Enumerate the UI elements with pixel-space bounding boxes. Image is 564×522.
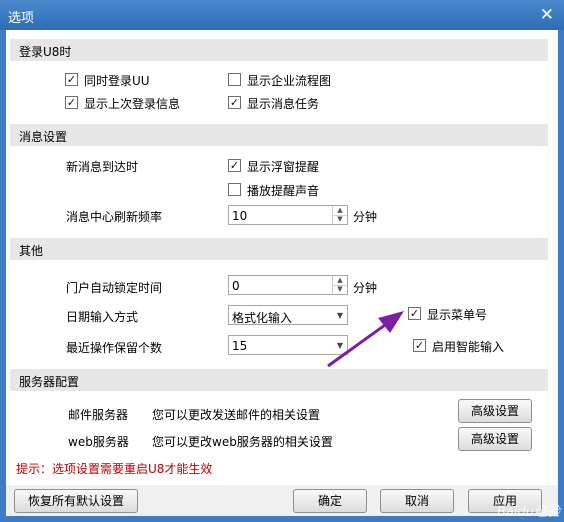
mail-server-description: 您可以更改发送邮件的相关设置: [152, 408, 321, 422]
show-menu-number-label: 显示菜单号: [427, 308, 488, 322]
spin-down-icon[interactable]: ▼: [333, 215, 347, 224]
refresh-frequency-spinner[interactable]: 10 ▲ ▼: [228, 205, 348, 225]
section-messages-header: 消息设置: [10, 124, 548, 146]
show-flowchart-label: 显示企业流程图: [247, 74, 332, 88]
spinner-buttons[interactable]: ▲ ▼: [332, 276, 347, 294]
restore-defaults-button[interactable]: 恢复所有默认设置: [14, 489, 138, 513]
dialog-body: 登录U8时 ✓ 同时登录UU 显示企业流程图 ✓ 显示上次登录信息 ✓ 显示消息…: [6, 30, 558, 516]
web-server-description: 您可以更改web服务器的相关设置: [152, 435, 333, 449]
play-sound-checkbox[interactable]: [228, 183, 241, 196]
date-input-value: 格式化输入: [232, 311, 293, 325]
cancel-button[interactable]: 取消: [380, 489, 454, 513]
chevron-down-icon[interactable]: ▼: [337, 311, 343, 320]
date-input-label: 日期输入方式: [66, 310, 139, 324]
section-server-header: 服务器配置: [10, 369, 548, 391]
auto-lock-label: 门户自动锁定时间: [66, 281, 163, 295]
recent-ops-value: 15: [232, 339, 248, 353]
play-sound-label: 播放提醒声音: [247, 184, 320, 198]
show-flowchart-checkbox[interactable]: [228, 73, 241, 86]
auto-lock-spinner[interactable]: 0 ▲ ▼: [228, 275, 348, 295]
date-input-select[interactable]: 格式化输入 ▼: [228, 305, 348, 325]
section-login-header: 登录U8时: [10, 39, 548, 61]
auto-lock-unit-label: 分钟: [353, 281, 378, 295]
refresh-frequency-label: 消息中心刷新频率: [66, 210, 163, 224]
section-other-header: 其他: [10, 238, 548, 260]
chevron-down-icon[interactable]: ▼: [337, 341, 343, 350]
refresh-frequency-value: 10: [232, 209, 248, 223]
recent-ops-label: 最近操作保留个数: [66, 341, 163, 355]
auto-lock-value: 0: [232, 279, 240, 293]
restart-hint: 提示：选项设置需要重启U8才能生效: [16, 462, 213, 476]
new-message-label: 新消息到达时: [66, 160, 139, 174]
show-last-login-label: 显示上次登录信息: [84, 97, 181, 111]
spinner-buttons[interactable]: ▲ ▼: [332, 206, 347, 224]
refresh-unit-label: 分钟: [353, 210, 378, 224]
options-dialog: 选项 ✕ 登录U8时 ✓ 同时登录UU 显示企业流程图 ✓ 显示上次登录信息 ✓…: [0, 0, 564, 522]
mail-server-label: 邮件服务器: [68, 408, 129, 422]
web-advanced-settings-button[interactable]: 高级设置: [458, 427, 532, 451]
section-messages-title: 消息设置: [19, 130, 68, 144]
section-server-title: 服务器配置: [19, 375, 80, 389]
close-icon[interactable]: ✕: [540, 5, 554, 25]
show-popup-label: 显示浮窗提醒: [247, 160, 320, 174]
smart-input-label: 启用智能输入: [432, 340, 505, 354]
section-login-title: 登录U8时: [19, 45, 72, 59]
concurrent-uu-checkbox[interactable]: ✓: [65, 73, 78, 86]
mail-advanced-settings-button[interactable]: 高级设置: [458, 399, 532, 423]
smart-input-checkbox[interactable]: ✓: [413, 339, 426, 352]
recent-ops-select[interactable]: 15 ▼: [228, 335, 348, 355]
show-last-login-checkbox[interactable]: ✓: [65, 96, 78, 109]
section-other-title: 其他: [19, 244, 44, 258]
web-server-label: web服务器: [68, 435, 129, 449]
concurrent-uu-label: 同时登录UU: [84, 74, 150, 88]
dialog-footer: 恢复所有默认设置 确定 取消 应用: [6, 485, 558, 516]
show-popup-checkbox[interactable]: ✓: [228, 159, 241, 172]
watermark: Baidu经验: [497, 505, 560, 520]
show-message-tasks-label: 显示消息任务: [247, 97, 320, 111]
show-message-tasks-checkbox[interactable]: ✓: [228, 96, 241, 109]
title-bar: 选项 ✕: [0, 0, 564, 30]
window-title: 选项: [8, 11, 35, 26]
ok-button[interactable]: 确定: [293, 489, 367, 513]
show-menu-number-checkbox[interactable]: ✓: [408, 307, 421, 320]
spin-down-icon[interactable]: ▼: [333, 285, 347, 294]
